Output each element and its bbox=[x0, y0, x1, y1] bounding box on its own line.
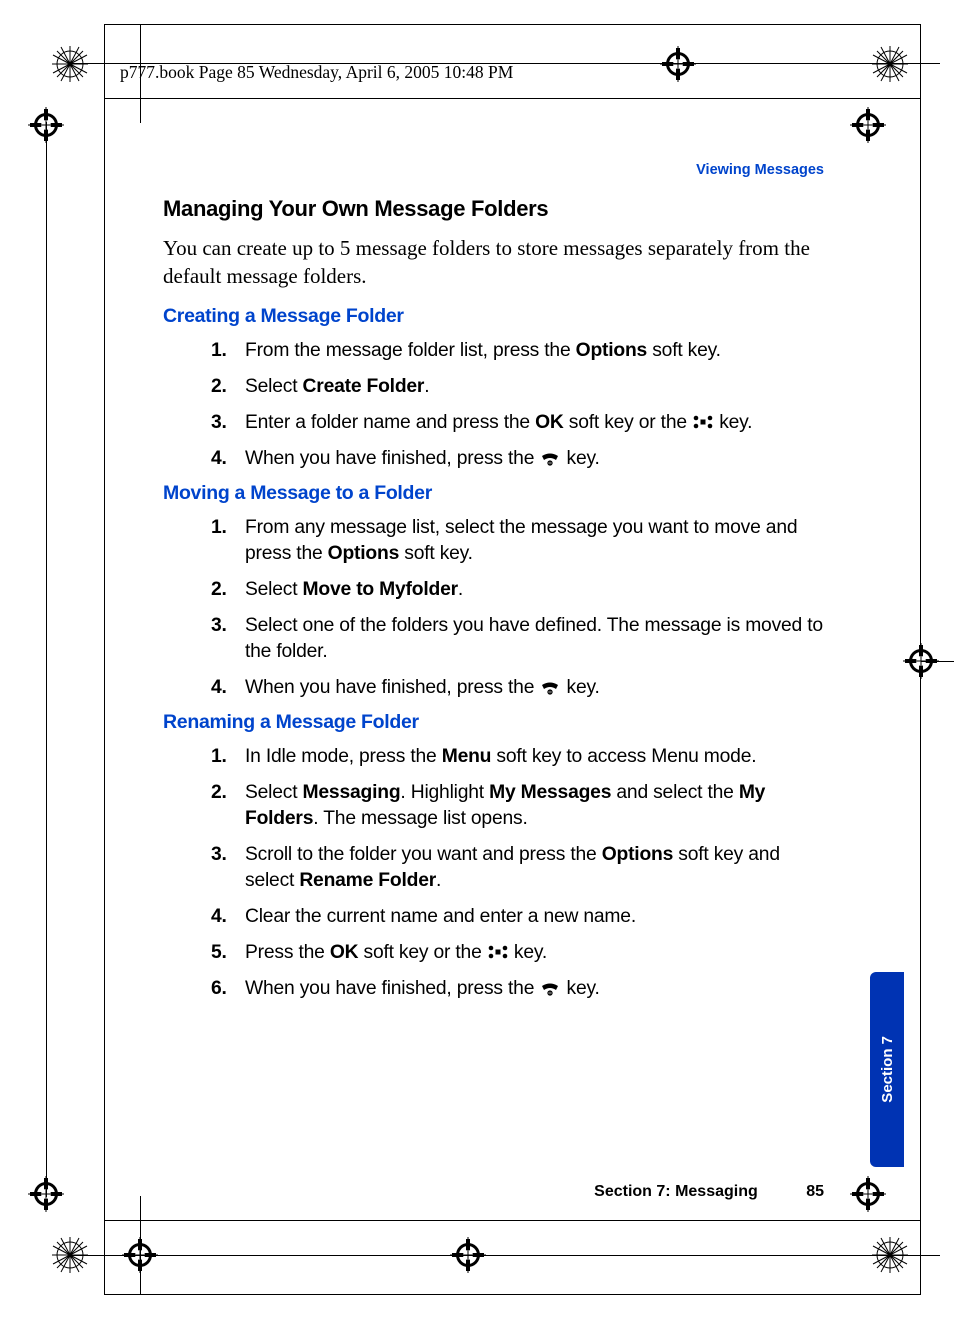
step-list: 1.In Idle mode, press the Menu soft key … bbox=[163, 744, 824, 1002]
subheading: Moving a Message to a Folder bbox=[163, 482, 824, 505]
list-item: 1.From the message folder list, press th… bbox=[245, 338, 824, 364]
list-item: 2.Select Move to Myfolder. bbox=[245, 577, 824, 603]
crop-line bbox=[140, 1196, 141, 1294]
list-item: 4.When you have finished, press the key. bbox=[245, 675, 824, 701]
list-item: 2.Select Create Folder. bbox=[245, 374, 824, 400]
crop-line bbox=[921, 661, 954, 662]
pdf-header: p777.book Page 85 Wednesday, April 6, 20… bbox=[120, 62, 513, 83]
running-head: Viewing Messages bbox=[696, 162, 824, 178]
end-key-icon bbox=[539, 679, 561, 695]
registration-cross-icon bbox=[850, 107, 886, 143]
list-item: 5.Press the OK soft key or the key. bbox=[245, 940, 824, 966]
step-list: 1.From any message list, select the mess… bbox=[163, 515, 824, 701]
list-item: 2.Select Messaging. Highlight My Message… bbox=[245, 780, 824, 832]
footer-section: Section 7: Messaging bbox=[594, 1183, 758, 1200]
registration-starburst-icon bbox=[52, 46, 88, 82]
page-number: 85 bbox=[806, 1183, 824, 1200]
intro-paragraph: You can create up to 5 message folders t… bbox=[163, 234, 824, 291]
list-item: 1.In Idle mode, press the Menu soft key … bbox=[245, 744, 824, 770]
page-title: Managing Your Own Message Folders bbox=[163, 196, 824, 222]
end-key-icon bbox=[539, 980, 561, 996]
nav-key-icon bbox=[692, 414, 714, 430]
crop-line bbox=[70, 1255, 940, 1256]
list-item: 6.When you have finished, press the key. bbox=[245, 976, 824, 1002]
list-item: 1.From any message list, select the mess… bbox=[245, 515, 824, 567]
page-body: Managing Your Own Message Folders You ca… bbox=[163, 196, 824, 1013]
list-item: 3.Select one of the folders you have def… bbox=[245, 613, 824, 665]
section-tab-label: Section 7 bbox=[879, 1036, 896, 1103]
section-tab: Section 7 bbox=[870, 972, 904, 1167]
step-list: 1.From the message folder list, press th… bbox=[163, 338, 824, 472]
registration-starburst-icon bbox=[872, 46, 908, 82]
nav-key-icon bbox=[487, 944, 509, 960]
list-item: 4.Clear the current name and enter a new… bbox=[245, 904, 824, 930]
registration-cross-icon bbox=[660, 46, 696, 82]
list-item: 3.Scroll to the folder you want and pres… bbox=[245, 842, 824, 894]
subheading: Creating a Message Folder bbox=[163, 305, 824, 328]
subheading: Renaming a Message Folder bbox=[163, 711, 824, 734]
registration-cross-icon bbox=[850, 1176, 886, 1212]
end-key-icon bbox=[539, 450, 561, 466]
list-item: 3.Enter a folder name and press the OK s… bbox=[245, 410, 824, 436]
crop-line bbox=[46, 122, 47, 1197]
list-item: 4.When you have finished, press the key. bbox=[245, 446, 824, 472]
page-footer: Section 7: Messaging 85 bbox=[594, 1183, 824, 1201]
